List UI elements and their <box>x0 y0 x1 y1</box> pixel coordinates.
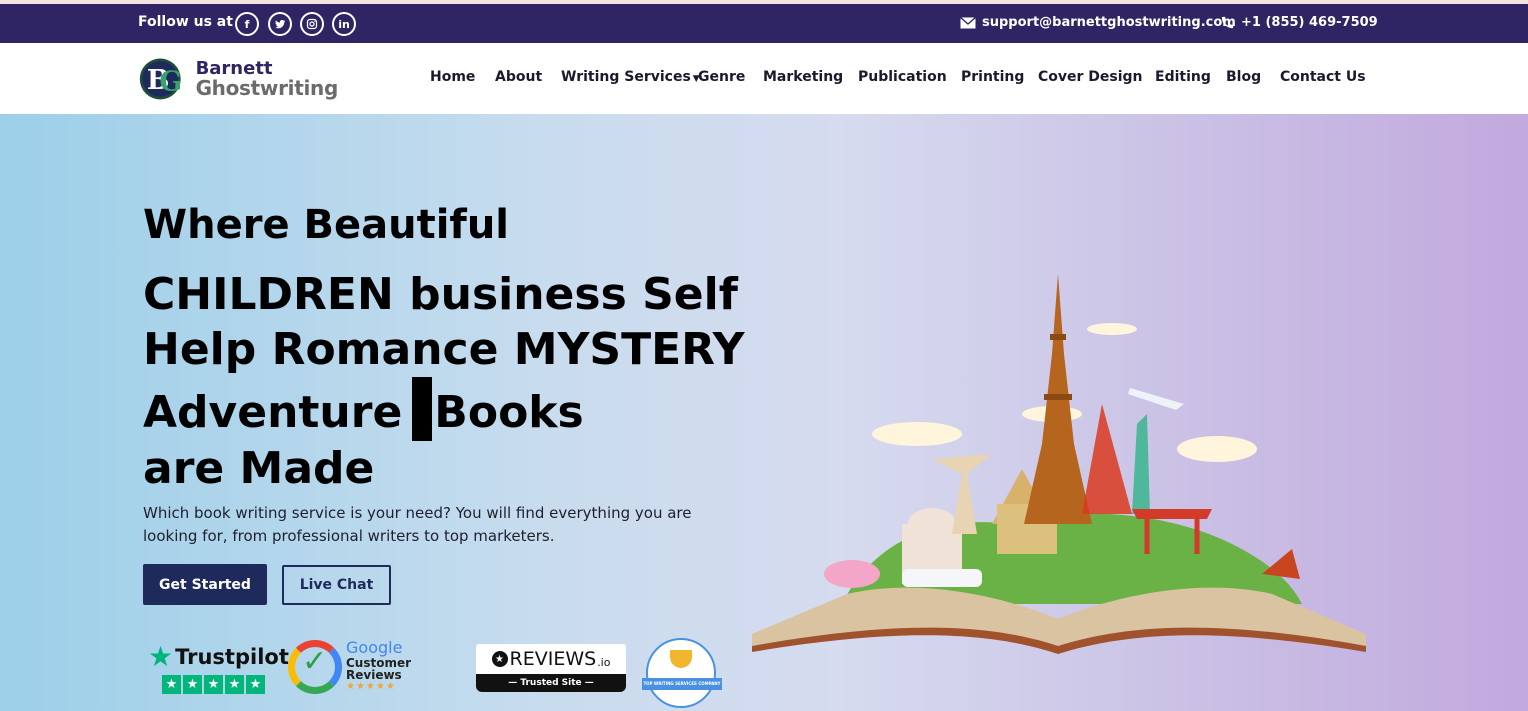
google-rating-stars: ★★★★★ <box>346 680 396 692</box>
nav-item-publication[interactable]: Publication <box>858 69 947 85</box>
star-icon: ★ <box>246 675 265 694</box>
hero-genres-line-3-row: Adventure Books <box>143 377 703 441</box>
hero-genres-line-1: CHILDREN business Self <box>143 269 738 320</box>
reviews-io-badge[interactable]: ★ REVIEWS .io — Trusted Site — <box>476 644 626 692</box>
goodfirms-ribbon-label: TOP WRITING SERVICES COMPANY <box>642 678 722 690</box>
hero-section: Where Beautiful CHILDREN business Self H… <box>0 114 1528 711</box>
main-navbar: B G Barnett Ghostwriting Home About Writ… <box>0 43 1528 114</box>
typing-cursor <box>412 377 433 441</box>
nav-item-home[interactable]: Home <box>430 69 475 85</box>
open-book-world-landmarks-illustration <box>752 274 1366 654</box>
hero-subtext: Which book writing service is your need?… <box>143 504 692 545</box>
instagram-icon[interactable] <box>300 12 324 36</box>
reviews-star-icon: ★ <box>491 651 508 667</box>
nav-item-printing[interactable]: Printing <box>961 69 1024 85</box>
nav-item-writing-services[interactable]: Writing Services ▼ <box>561 69 700 85</box>
hero-genres-line-3: Adventure <box>143 387 403 438</box>
hero-genres-line-2: Help Romance MYSTERY <box>143 324 745 375</box>
nav-item-blog[interactable]: Blog <box>1226 69 1261 85</box>
nav-item-marketing[interactable]: Marketing <box>763 69 843 85</box>
reviews-label: REVIEWS <box>509 648 597 670</box>
live-chat-button[interactable]: Live Chat <box>282 565 391 605</box>
star-icon: ★ <box>183 675 202 694</box>
google-reviews-badge[interactable]: ✓ Google Customer Reviews ★★★★★ <box>288 638 468 696</box>
trustpilot-badge[interactable]: ★ Trustpilot ★ ★ ★ ★ ★ <box>148 640 289 696</box>
email-text: support@barnettghostwriting.com <box>982 15 1236 30</box>
trustpilot-rating-stars: ★ ★ ★ ★ ★ <box>162 675 278 694</box>
get-started-button[interactable]: Get Started <box>143 564 267 605</box>
customer-reviews-label: Customer Reviews <box>346 655 412 683</box>
nav-item-writing-services-label: Writing Services <box>561 69 691 85</box>
follow-label: Follow us at <box>138 14 233 30</box>
nav-item-cover-design[interactable]: Cover Design <box>1038 69 1143 85</box>
google-label: Google <box>346 638 403 657</box>
trustpilot-label: Trustpilot <box>175 644 289 669</box>
nav-links: Home About Writing Services ▼ Genre Marke… <box>0 69 1528 89</box>
phone-text: +1 (855) 469-7509 <box>1241 15 1378 30</box>
top-bar: Follow us at f in support@barnettghostwr… <box>0 4 1528 43</box>
nav-item-contact-us[interactable]: Contact Us <box>1280 69 1366 85</box>
phone-link[interactable]: +1 (855) 469-7509 <box>1220 15 1378 30</box>
star-icon: ★ <box>162 675 181 694</box>
hero-books-word: Books <box>434 387 584 438</box>
envelope-icon <box>960 16 976 28</box>
hero-heading-line-1: Where Beautiful <box>143 202 510 248</box>
nav-item-about[interactable]: About <box>495 69 542 85</box>
checkmark-icon: ✓ <box>302 644 328 679</box>
linkedin-icon[interactable]: in <box>332 12 356 36</box>
star-icon: ★ <box>204 675 223 694</box>
nav-item-genre[interactable]: Genre <box>698 69 745 85</box>
facebook-icon[interactable]: f <box>235 12 259 36</box>
reviews-trusted-label: — Trusted Site — <box>476 674 626 692</box>
goodfirms-badge[interactable]: TOP WRITING SERVICES COMPANY <box>642 638 722 708</box>
hero-heading-rotating: CHILDREN business Self Help Romance MYST… <box>143 267 745 496</box>
reviews-suffix: .io <box>597 655 611 669</box>
star-icon: ★ <box>225 675 244 694</box>
nav-item-editing[interactable]: Editing <box>1155 69 1211 85</box>
hero-heading-last-line: are Made <box>143 443 375 494</box>
phone-icon <box>1221 16 1234 29</box>
twitter-icon[interactable] <box>268 12 292 36</box>
email-link[interactable]: support@barnettghostwriting.com <box>960 15 1236 30</box>
trustpilot-star-icon: ★ <box>148 640 174 673</box>
